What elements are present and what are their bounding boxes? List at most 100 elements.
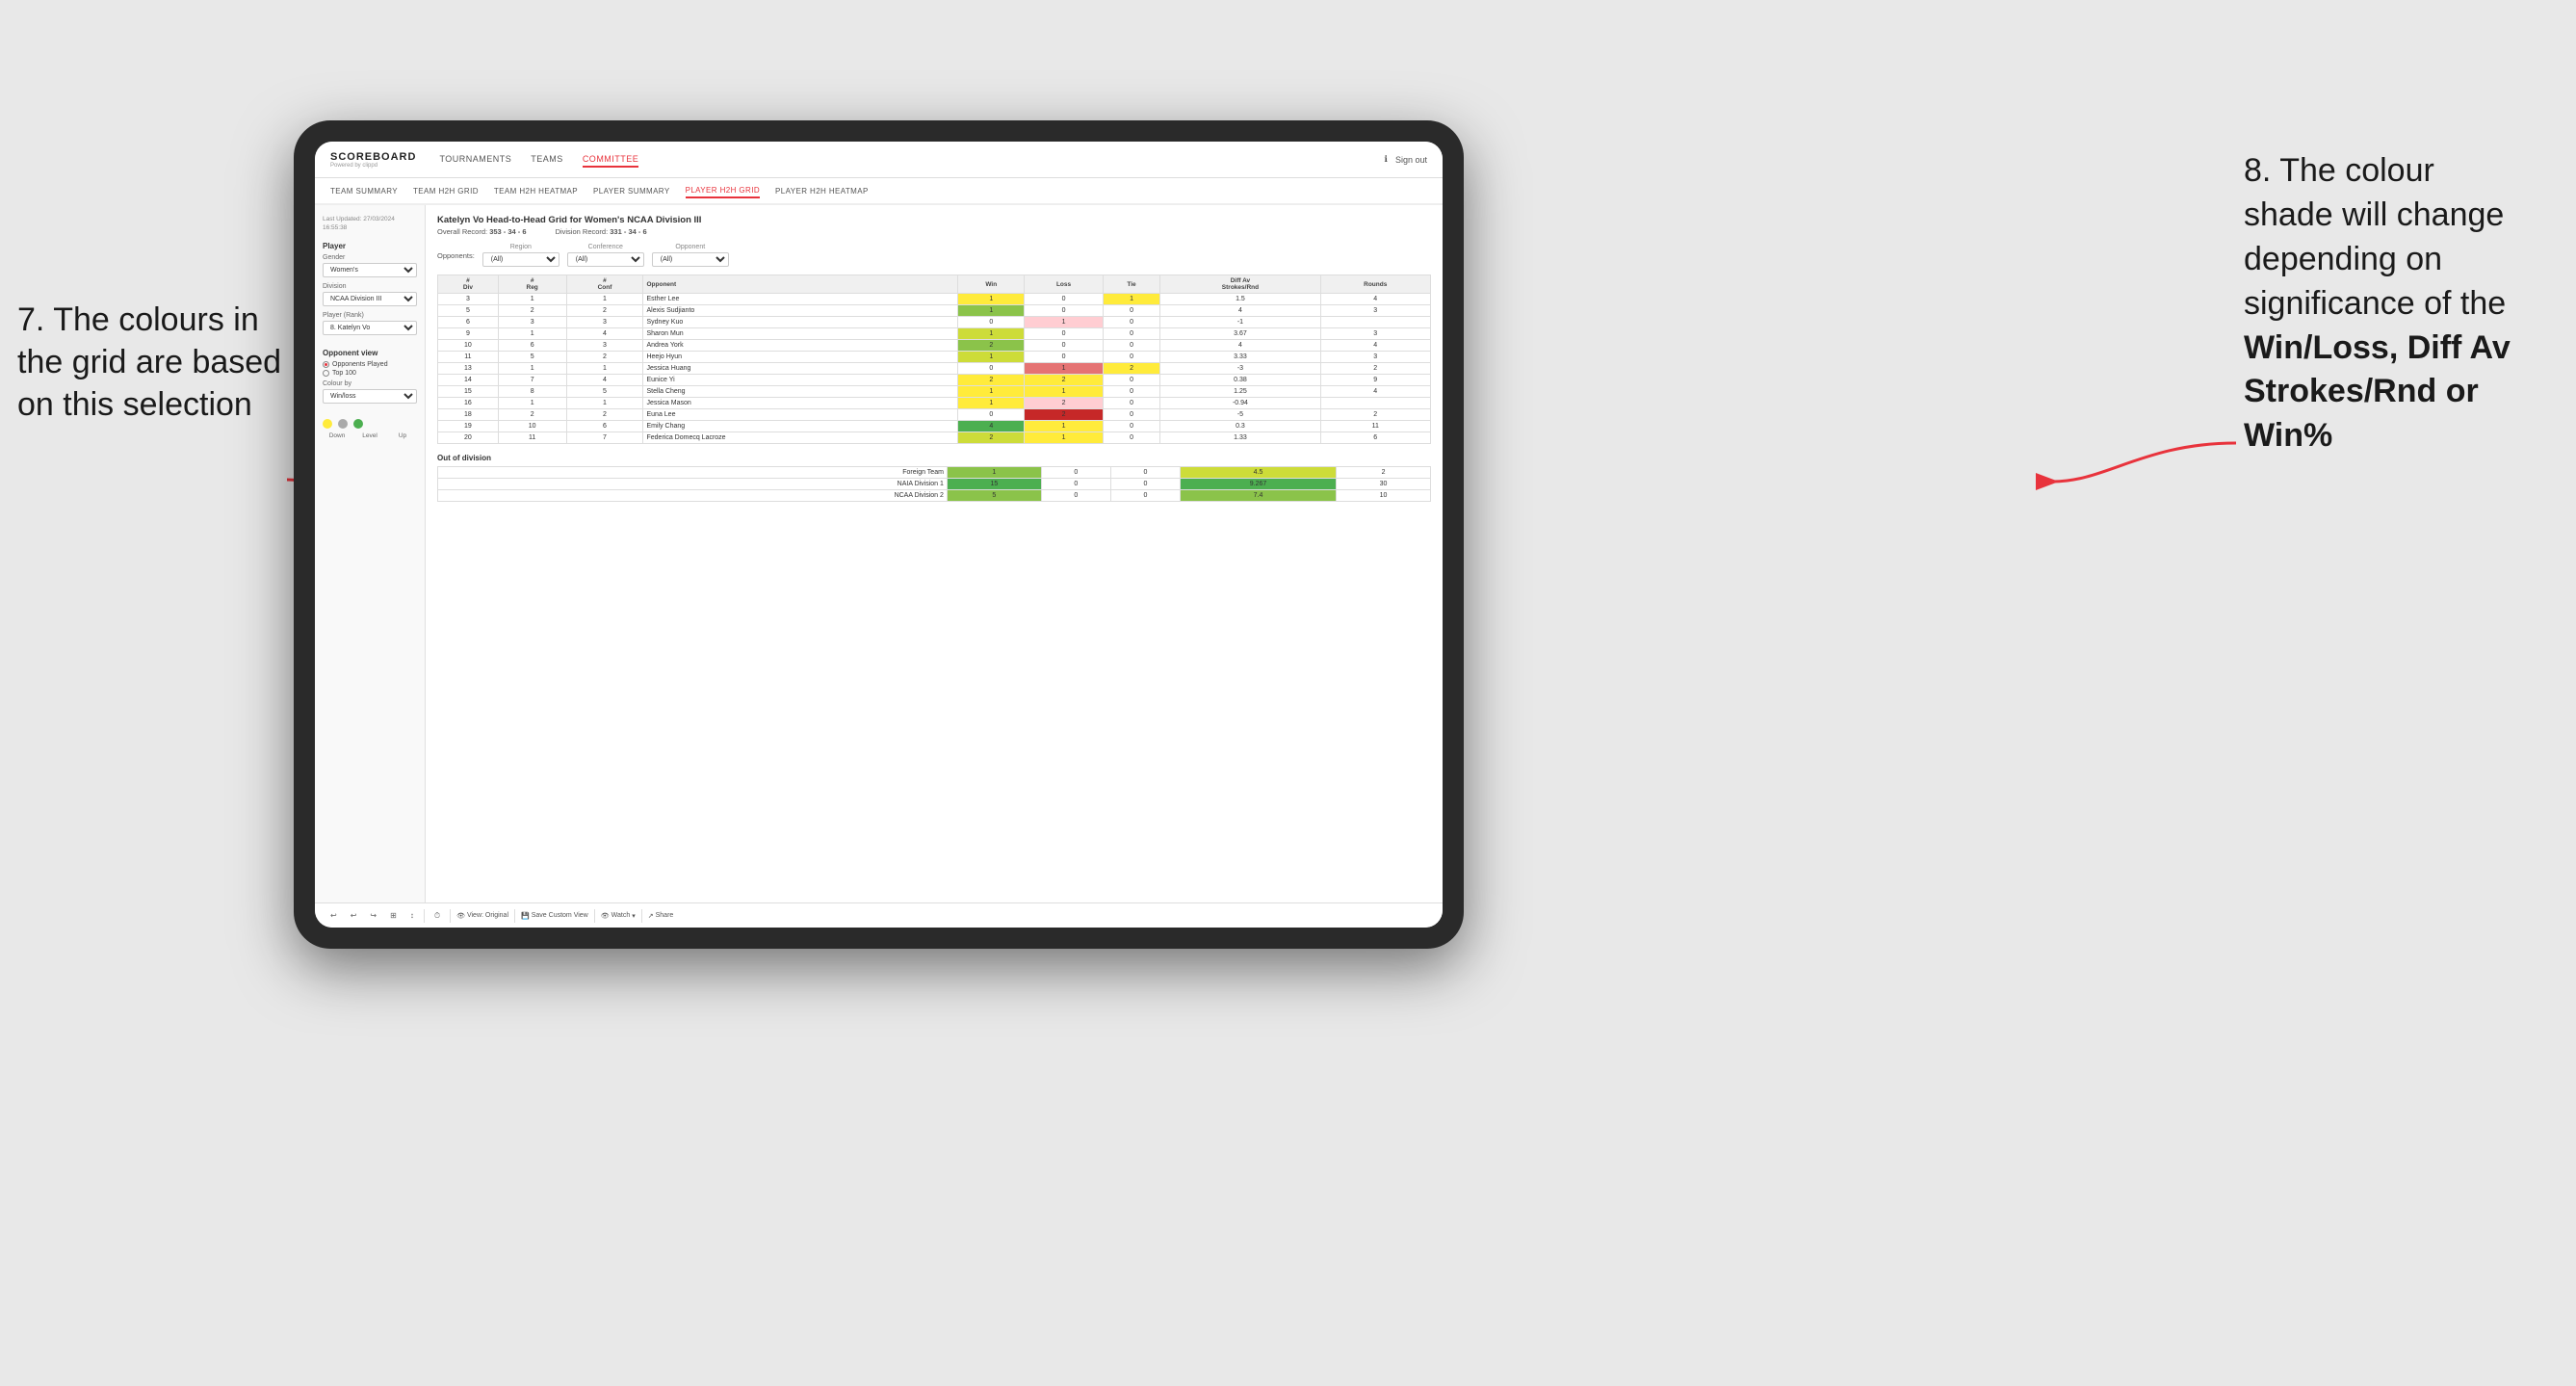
table-cell: 2 bbox=[566, 305, 643, 317]
table-cell: 4 bbox=[1160, 340, 1320, 352]
table-cell: 2 bbox=[1025, 375, 1103, 386]
table-cell: 5 bbox=[498, 352, 566, 363]
table-cell: 2 bbox=[958, 432, 1025, 444]
sidebar-opponents-played-option[interactable]: Opponents Played bbox=[323, 361, 417, 368]
toolbar-div1 bbox=[424, 909, 425, 923]
share-btn[interactable]: ↗ Share bbox=[648, 912, 674, 920]
table-cell: 9 bbox=[438, 328, 499, 340]
sidebar-player-rank-select[interactable]: 8. Katelyn Vo bbox=[323, 321, 417, 335]
table-cell: 0 bbox=[1103, 398, 1160, 409]
subnav-player-h2h-grid[interactable]: PLAYER H2H GRID bbox=[686, 184, 760, 198]
view-original-label: View: Original bbox=[467, 912, 508, 919]
ood-table-row: NCAA Division 25007.410 bbox=[438, 490, 1431, 502]
ood-diff-cell: 4.5 bbox=[1180, 467, 1336, 479]
table-cell: 0 bbox=[1103, 432, 1160, 444]
table-cell: 4 bbox=[566, 328, 643, 340]
table-row: 19106Emily Chang4100.311 bbox=[438, 421, 1431, 432]
col-tie: Tie bbox=[1103, 275, 1160, 294]
subnav-team-summary[interactable]: TEAM SUMMARY bbox=[330, 185, 398, 197]
nav-right: ℹ Sign out bbox=[1385, 154, 1427, 165]
copy-btn[interactable]: ⊞ bbox=[386, 909, 401, 922]
paste-btn[interactable]: ↕ bbox=[406, 909, 418, 922]
table-cell: 6 bbox=[1320, 432, 1431, 444]
filter-conference-label: Conference bbox=[567, 244, 644, 250]
legend-level: Level bbox=[355, 432, 384, 439]
ood-rounds-cell: 10 bbox=[1337, 490, 1431, 502]
ood-win-cell: 5 bbox=[947, 490, 1041, 502]
filter-region-label: Region bbox=[482, 244, 559, 250]
nav-tournaments[interactable]: TOURNAMENTS bbox=[439, 152, 511, 168]
table-cell: 0 bbox=[1025, 352, 1103, 363]
sidebar-player-section: Player bbox=[323, 242, 417, 250]
table-cell: 1 bbox=[566, 398, 643, 409]
sidebar-division-select[interactable]: NCAA Division III bbox=[323, 292, 417, 306]
table-cell: -0.94 bbox=[1160, 398, 1320, 409]
table-cell: Eunice Yi bbox=[643, 375, 958, 386]
sidebar-opponent-radio-group: Opponents Played Top 100 bbox=[323, 361, 417, 377]
view-original-btn[interactable]: 👁 View: Original bbox=[456, 912, 508, 920]
table-cell: 4 bbox=[566, 375, 643, 386]
toolbar-div5 bbox=[641, 909, 642, 923]
grid-area: Katelyn Vo Head-to-Head Grid for Women's… bbox=[426, 205, 1443, 902]
main-content: Last Updated: 27/03/2024 16:55:38 Player… bbox=[315, 205, 1443, 902]
nav-teams[interactable]: TEAMS bbox=[531, 152, 563, 168]
colour-dot-green bbox=[353, 419, 363, 429]
table-cell: -3 bbox=[1160, 363, 1320, 375]
save-custom-btn[interactable]: 💾 Save Custom View bbox=[521, 912, 588, 920]
out-of-division-header: Out of division bbox=[437, 454, 1431, 462]
col-opponent: Opponent bbox=[643, 275, 958, 294]
table-cell: 1 bbox=[958, 398, 1025, 409]
ood-name-cell: NAIA Division 1 bbox=[438, 479, 948, 490]
undo2-btn[interactable]: ↩ bbox=[347, 909, 361, 922]
table-cell: 2 bbox=[1025, 398, 1103, 409]
sign-out-link[interactable]: Sign out bbox=[1395, 155, 1427, 165]
tablet-frame: SCOREBOARD Powered by clippd TOURNAMENTS… bbox=[294, 120, 1464, 949]
sidebar-colour-by-select[interactable]: Win/loss bbox=[323, 389, 417, 404]
table-cell: 6 bbox=[498, 340, 566, 352]
subnav-player-h2h-heatmap[interactable]: PLAYER H2H HEATMAP bbox=[775, 185, 869, 197]
table-cell: 0 bbox=[1103, 317, 1160, 328]
radio-top100[interactable] bbox=[323, 370, 329, 377]
table-cell: 1.33 bbox=[1160, 432, 1320, 444]
subnav-team-h2h-grid[interactable]: TEAM H2H GRID bbox=[413, 185, 479, 197]
table-cell: 3 bbox=[1320, 305, 1431, 317]
table-cell: 2 bbox=[498, 305, 566, 317]
ood-diff-cell: 9.267 bbox=[1180, 479, 1336, 490]
table-cell: 3 bbox=[566, 317, 643, 328]
table-cell: 1 bbox=[958, 352, 1025, 363]
table-cell: 1 bbox=[566, 294, 643, 305]
watch-icon: 👁 bbox=[601, 912, 610, 920]
table-cell: 3 bbox=[438, 294, 499, 305]
table-row: 20117Federica Domecq Lacroze2101.336 bbox=[438, 432, 1431, 444]
clock-btn[interactable]: ⏱ bbox=[430, 909, 444, 923]
filter-conference-select[interactable]: (All) bbox=[567, 252, 644, 267]
filter-region-select[interactable]: (All) bbox=[482, 252, 559, 267]
overall-record: Overall Record: 353 - 34 - 6 bbox=[437, 227, 527, 236]
table-cell: 0 bbox=[1025, 328, 1103, 340]
ood-rounds-cell: 2 bbox=[1337, 467, 1431, 479]
share-icon: ↗ bbox=[648, 912, 654, 920]
filter-opponent-select[interactable]: (All) bbox=[652, 252, 729, 267]
table-cell: Alexis Sudjianto bbox=[643, 305, 958, 317]
nav-committee[interactable]: COMMITTEE bbox=[583, 152, 639, 168]
subnav-player-summary[interactable]: PLAYER SUMMARY bbox=[593, 185, 670, 197]
table-cell: 10 bbox=[438, 340, 499, 352]
legend-up: Up bbox=[388, 432, 417, 439]
table-cell: 1 bbox=[958, 328, 1025, 340]
table-cell: 11 bbox=[1320, 421, 1431, 432]
subnav-team-h2h-heatmap[interactable]: TEAM H2H HEATMAP bbox=[494, 185, 578, 197]
table-cell: 6 bbox=[438, 317, 499, 328]
table-cell: 7 bbox=[498, 375, 566, 386]
filter-opponent-label: Opponent bbox=[652, 244, 729, 250]
undo-btn[interactable]: ↩ bbox=[326, 909, 341, 922]
col-diff: Diff AvStrokes/Rnd bbox=[1160, 275, 1320, 294]
main-data-table: #Div #Reg #Conf Opponent Win Loss Tie Di… bbox=[437, 275, 1431, 444]
redo-btn[interactable]: ↪ bbox=[366, 909, 380, 922]
watch-btn[interactable]: 👁 Watch ▾ bbox=[601, 912, 636, 920]
table-cell: 0 bbox=[1103, 305, 1160, 317]
sidebar-gender-select[interactable]: Women's bbox=[323, 263, 417, 277]
table-cell: 15 bbox=[438, 386, 499, 398]
radio-opponents-played[interactable] bbox=[323, 361, 329, 368]
sidebar-opponent-view-label: Opponent view bbox=[323, 349, 417, 357]
sidebar-top100-option[interactable]: Top 100 bbox=[323, 370, 417, 377]
